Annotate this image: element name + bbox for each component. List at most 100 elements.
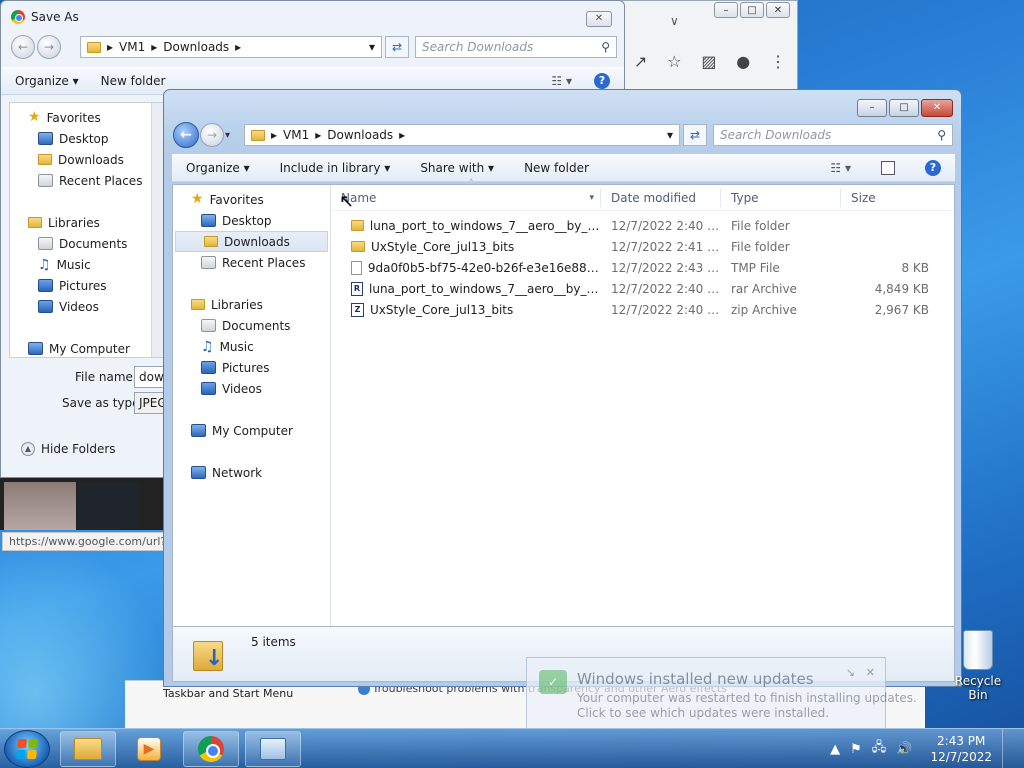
address-bar[interactable]: ▸ VM1 ▸ Downloads ▸ ▾: [80, 36, 382, 58]
show-hidden-icons-icon[interactable]: ▲: [830, 742, 840, 757]
item-count: 5 items: [251, 635, 296, 649]
taskbar-explorer-button[interactable]: [60, 731, 116, 767]
address-dropdown-icon[interactable]: ▾: [369, 40, 375, 54]
new-folder-button[interactable]: New folder: [101, 74, 166, 88]
breadcrumb-downloads[interactable]: Downloads: [163, 40, 229, 54]
tree-item-downloads[interactable]: Downloads: [175, 231, 328, 252]
scrollbar[interactable]: [151, 103, 163, 357]
pin-icon[interactable]: ↘: [846, 666, 855, 679]
file-name-text: UxStyle_Core_jul13_bits: [371, 239, 515, 254]
network-icon[interactable]: 🖧: [872, 738, 887, 760]
taskbar-chrome-button[interactable]: [183, 731, 239, 767]
back-button[interactable]: ←: [11, 35, 35, 59]
tree-item-videos[interactable]: Videos: [173, 378, 330, 399]
tree-item-recent-places[interactable]: Recent Places: [10, 170, 163, 191]
minimize-icon[interactable]: –: [714, 2, 738, 18]
file-row[interactable]: UxStyle_Core_jul13_bits 12/7/2022 2:41 PM…: [331, 236, 954, 257]
preview-pane-icon[interactable]: [881, 161, 895, 175]
documents-icon: [201, 319, 216, 332]
file-size-cell: 8 KB: [901, 260, 929, 275]
tree-item-my-computer[interactable]: My Computer: [10, 338, 163, 357]
close-button[interactable]: ✕: [586, 11, 612, 27]
profile-icon[interactable]: ●: [736, 52, 750, 71]
search-input[interactable]: Search Downloads ⚲: [415, 36, 617, 58]
address-dropdown-icon[interactable]: ▾: [667, 128, 673, 142]
volume-icon[interactable]: 🔊: [896, 742, 912, 757]
new-folder-button[interactable]: New folder: [524, 161, 589, 175]
organize-button[interactable]: Organize ▾: [186, 161, 250, 175]
include-in-library-button[interactable]: Include in library ▾: [280, 161, 391, 175]
tree-item-pictures[interactable]: Pictures: [10, 275, 163, 296]
search-input[interactable]: Search Downloads ⚲: [713, 124, 953, 146]
tree-item-desktop[interactable]: Desktop: [173, 210, 330, 231]
tree-item-documents[interactable]: Documents: [10, 233, 163, 254]
menu-icon[interactable]: ⋮: [770, 52, 786, 71]
tree-item-my-computer[interactable]: My Computer: [173, 420, 330, 441]
breadcrumb-vm1[interactable]: VM1: [283, 128, 309, 142]
refresh-icon[interactable]: ⇄: [385, 36, 409, 58]
show-desktop-button[interactable]: [1002, 729, 1014, 768]
clock[interactable]: 2:43 PM 12/7/2022: [930, 733, 992, 765]
close-icon[interactable]: ✕: [866, 666, 875, 679]
tab-search-chevron-icon[interactable]: ∨: [670, 14, 679, 28]
column-type[interactable]: Type: [721, 188, 841, 207]
back-button[interactable]: ←: [173, 122, 199, 148]
column-size[interactable]: Size: [841, 189, 941, 207]
recycle-bin[interactable]: Recycle Bin: [944, 630, 1012, 702]
tree-item-pictures[interactable]: Pictures: [173, 357, 330, 378]
tree-item-documents[interactable]: Documents: [173, 315, 330, 336]
tree-item-libraries[interactable]: Libraries: [10, 212, 163, 233]
column-date-modified[interactable]: Date modified: [601, 188, 721, 207]
recent-pages-chevron-icon[interactable]: ▾: [225, 130, 230, 141]
file-row[interactable]: 9da0f0b5-bf75-42e0-b26f-e3e16e88bc18....…: [331, 257, 954, 278]
organize-button[interactable]: Organize ▾: [15, 74, 79, 88]
file-name-input[interactable]: dow: [134, 366, 164, 388]
maximize-button[interactable]: □: [889, 99, 919, 117]
tree-item-desktop[interactable]: Desktop: [10, 128, 163, 149]
caption-buttons: – □ ✕: [857, 99, 953, 117]
start-button[interactable]: [4, 730, 50, 768]
sidebar-icon[interactable]: ▨: [701, 52, 716, 71]
close-icon[interactable]: ✕: [766, 2, 790, 18]
tree-item-downloads[interactable]: Downloads: [10, 149, 163, 170]
taskbar-start-menu-link[interactable]: Taskbar and Start Menu: [163, 687, 293, 700]
address-bar[interactable]: ▸ VM1 ▸ Downloads ▸ ▾: [244, 124, 680, 146]
tree-item-music[interactable]: ♫ Music: [10, 254, 163, 275]
hide-folders-button[interactable]: ▲ Hide Folders: [21, 442, 116, 456]
save-as-type-select[interactable]: JPEG: [134, 392, 164, 414]
column-dropdown-icon[interactable]: ▾: [589, 193, 594, 203]
forward-button[interactable]: →: [200, 123, 224, 147]
help-icon[interactable]: ?: [925, 160, 941, 176]
column-name[interactable]: Name ▾: [331, 188, 601, 207]
view-options-icon[interactable]: ☷ ▾: [551, 74, 572, 88]
close-button[interactable]: ✕: [921, 99, 953, 117]
breadcrumb-downloads[interactable]: Downloads: [327, 128, 393, 142]
tree-item-network[interactable]: Network: [173, 462, 330, 483]
file-row[interactable]: Z UxStyle_Core_jul13_bits 12/7/2022 2:40 P…: [331, 299, 954, 320]
refresh-icon[interactable]: ⇄: [683, 124, 707, 146]
file-row[interactable]: Rluna_port_to_windows_7__aero__by_satu..…: [331, 278, 954, 299]
media-player-icon: ▶: [137, 737, 161, 761]
star-icon[interactable]: ☆: [667, 52, 681, 71]
breadcrumb-vm1[interactable]: VM1: [119, 40, 145, 54]
file-row[interactable]: luna_port_to_windows_7__aero__by_satu...…: [331, 215, 954, 236]
tree-item-favorites[interactable]: ★ Favorites: [173, 189, 330, 210]
view-options-icon[interactable]: ☷ ▾: [830, 161, 851, 175]
tree-item-videos[interactable]: Videos: [10, 296, 163, 317]
maximize-icon[interactable]: □: [740, 2, 764, 18]
action-center-flag-icon[interactable]: ⚑: [850, 742, 862, 757]
update-notification[interactable]: ✓ Windows installed new updates Your com…: [526, 657, 917, 729]
taskbar-control-panel-button[interactable]: [245, 731, 301, 767]
taskbar-media-player-button[interactable]: ▶: [121, 731, 177, 767]
file-name-cell: luna_port_to_windows_7__aero__by_satu...: [331, 219, 601, 233]
help-icon[interactable]: ?: [594, 73, 610, 89]
share-icon[interactable]: ↗: [634, 52, 647, 71]
tree-item-favorites[interactable]: ★ Favorites: [10, 107, 163, 128]
forward-button[interactable]: →: [37, 35, 61, 59]
share-with-button[interactable]: Share with ▾: [420, 161, 494, 175]
tree-item-recent-places[interactable]: Recent Places: [173, 252, 330, 273]
minimize-button[interactable]: –: [857, 99, 887, 117]
tree-item-libraries[interactable]: Libraries: [173, 294, 330, 315]
tree-item-music[interactable]: ♫ Music: [173, 336, 330, 357]
star-icon: ★: [28, 109, 41, 125]
